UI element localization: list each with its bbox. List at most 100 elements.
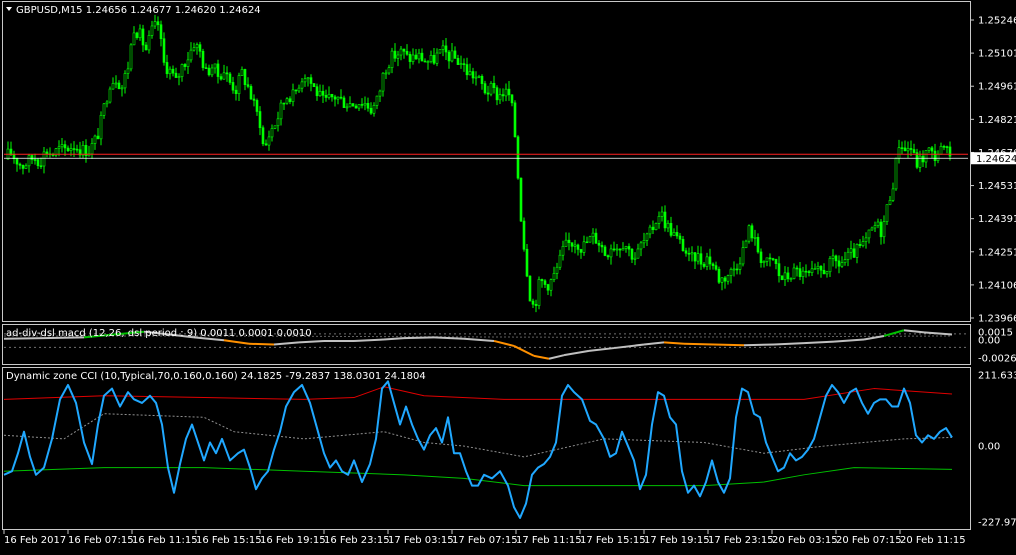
candle-body xyxy=(453,50,457,59)
candle-body xyxy=(363,103,367,106)
candle-body xyxy=(21,164,25,169)
candle-body xyxy=(816,265,820,269)
candle-body xyxy=(96,135,100,140)
candle-body xyxy=(180,64,184,77)
candle-body xyxy=(93,135,97,144)
candle-body xyxy=(894,158,898,190)
candle-body xyxy=(825,271,829,275)
candle-body xyxy=(171,68,175,74)
candle-body xyxy=(636,248,640,259)
candle-body xyxy=(900,147,904,149)
chart-window[interactable]: 1.252461.251011.249611.248211.246761.245… xyxy=(0,0,1016,551)
triangle-down-icon[interactable] xyxy=(6,7,12,11)
candle-body xyxy=(948,146,952,157)
candle-body xyxy=(729,269,733,276)
candle-body xyxy=(741,247,745,265)
candle-body xyxy=(723,277,727,282)
candle-body xyxy=(525,248,529,277)
candle-body xyxy=(675,232,679,237)
candle-body xyxy=(699,253,703,265)
candle-body xyxy=(243,69,247,85)
price-axis: 1.252461.251011.249611.248211.246761.245… xyxy=(970,16,1016,529)
candle-body xyxy=(300,81,304,89)
candle-body xyxy=(174,72,178,78)
candle-body xyxy=(912,149,916,153)
candle-body xyxy=(141,28,145,46)
candle-body xyxy=(753,237,757,239)
candle-body xyxy=(438,49,442,54)
candle-body xyxy=(177,76,181,78)
candle-body xyxy=(795,267,799,270)
candle-body xyxy=(651,226,655,231)
macd-segment xyxy=(353,338,385,342)
macd-segment xyxy=(403,336,435,340)
candle-body xyxy=(264,143,268,146)
time-tick-label: 17 Feb 07:15 xyxy=(452,535,518,546)
candle-body xyxy=(666,222,670,229)
candle-body xyxy=(366,103,370,109)
candle-body xyxy=(258,111,262,129)
candle-body xyxy=(405,50,409,55)
candle-body xyxy=(642,240,646,244)
candle-body xyxy=(813,268,817,270)
candle-body xyxy=(660,211,664,217)
macd-tick-label: 0.00 xyxy=(978,336,1000,347)
macd-segment xyxy=(923,331,953,336)
candle-body xyxy=(921,155,925,163)
candle-body xyxy=(939,146,943,155)
candle-body xyxy=(396,54,400,59)
candle-body xyxy=(420,52,424,62)
macd-segment xyxy=(548,354,565,360)
candle-body xyxy=(864,237,868,242)
candle-body xyxy=(33,159,37,161)
candle-body xyxy=(252,98,256,101)
candle-body xyxy=(603,246,607,256)
candle-body xyxy=(435,52,439,64)
candle-body xyxy=(906,148,910,152)
candle-body xyxy=(153,21,157,27)
candle-body xyxy=(411,54,415,62)
candle-body xyxy=(288,98,292,102)
time-tick-label: 20 Feb 07:15 xyxy=(836,535,902,546)
candle-body xyxy=(24,165,28,169)
candle-body xyxy=(228,73,232,83)
candle-body xyxy=(138,28,142,39)
candle-body xyxy=(267,136,271,146)
candle-body xyxy=(606,255,610,258)
candle-body xyxy=(447,51,451,62)
candle-body xyxy=(456,58,460,65)
candle-body xyxy=(771,258,775,260)
time-tick-label: 17 Feb 11:15 xyxy=(516,535,582,546)
candle-body xyxy=(210,67,214,76)
candle-body xyxy=(780,275,784,281)
candle-body xyxy=(36,159,40,167)
candle-body xyxy=(843,259,847,263)
candle-body xyxy=(507,88,511,96)
candle-body xyxy=(627,246,631,250)
candle-body xyxy=(423,60,427,63)
candle-body xyxy=(195,44,199,49)
chart-canvas[interactable]: 1.252461.251011.249611.248211.246761.245… xyxy=(0,0,1016,551)
candle-body xyxy=(858,244,862,246)
macd-segment xyxy=(563,349,590,357)
candle-body xyxy=(639,242,643,250)
candle-body xyxy=(927,147,931,151)
candle-body xyxy=(690,252,694,255)
candle-body xyxy=(393,50,397,59)
candle-body xyxy=(198,44,202,52)
cci-pane-frame xyxy=(2,367,971,530)
candle-body xyxy=(552,273,556,280)
candle-body xyxy=(450,50,454,62)
candle-body xyxy=(186,59,190,67)
candle-body xyxy=(474,76,478,79)
candle-body xyxy=(225,72,229,75)
macd-segment xyxy=(743,343,775,347)
candle-body xyxy=(132,32,136,46)
candle-body xyxy=(777,263,781,277)
price-tick-label: 1.24251 xyxy=(978,247,1016,258)
macd-pane-header: ad-div-dsl macd (12,26, dsl period : 9) … xyxy=(6,328,312,339)
cci-tick-label: 0.00 xyxy=(978,442,1000,453)
time-tick-label: 17 Feb 23:15 xyxy=(708,535,774,546)
time-tick-label: 16 Feb 15:15 xyxy=(196,535,262,546)
candle-body xyxy=(219,76,223,80)
